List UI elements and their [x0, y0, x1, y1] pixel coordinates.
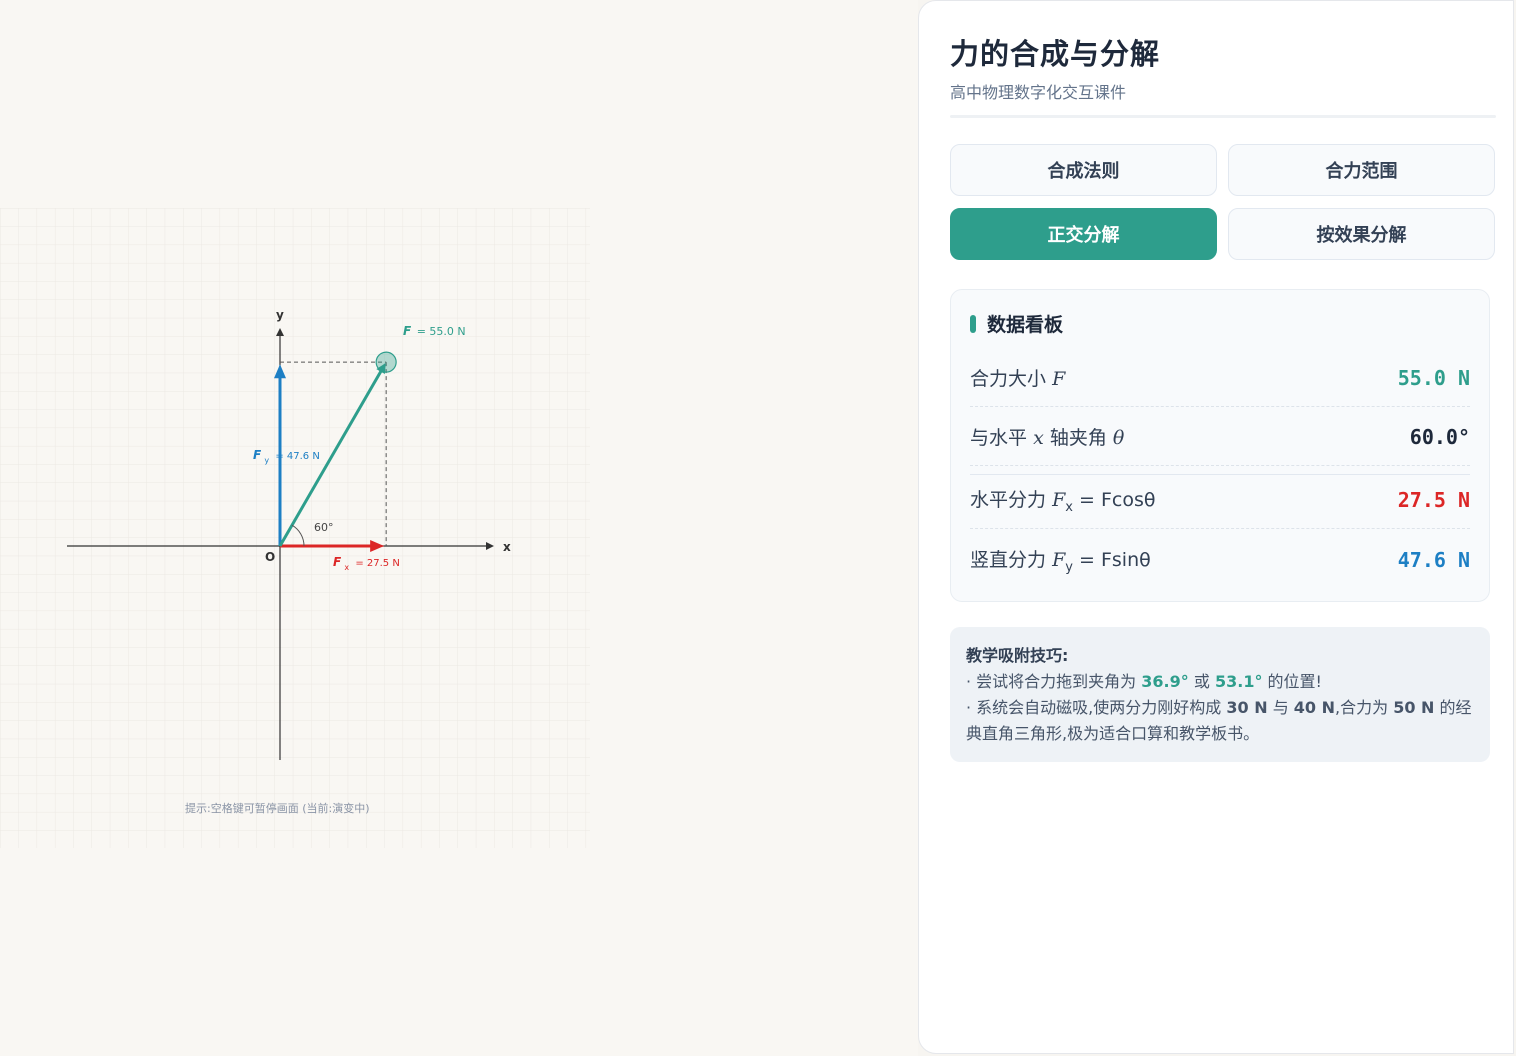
page-title: 力的合成与分解 — [950, 37, 1161, 71]
x-axis-label: x — [503, 540, 511, 554]
fx-label: 水平分力 Fx = Fcosθ — [970, 488, 1156, 515]
dashboard-title: 数据看板 — [970, 310, 1063, 337]
data-dashboard: 数据看板 合力大小 F 55.0 N 与水平 x 轴夹角 θ 60.0° 水平分… — [950, 289, 1490, 602]
drag-handle[interactable] — [375, 351, 397, 373]
resultant-value: 55.0 N — [1397, 365, 1470, 390]
angle-label: 60° — [314, 521, 334, 534]
grid — [0, 208, 590, 848]
control-panel: 力的合成与分解 高中物理数字化交互课件 合成法则 合力范围 正交分解 按效果分解… — [918, 0, 1514, 1054]
tab-effect-decomposition[interactable]: 按效果分解 — [1228, 208, 1495, 260]
force-diagram[interactable]: x y O 60° F = 55.0 N F x = 27.5 N F y = … — [0, 0, 918, 1056]
fy-label: 竖直分力 Fy = Fsinθ — [970, 549, 1151, 575]
row-fy: 竖直分力 Fy = Fsinθ 47.6 N — [970, 531, 1470, 589]
fx-value: 27.5 N — [1397, 487, 1470, 512]
resultant-label: F = 55.0 N — [403, 324, 466, 338]
origin-label: O — [265, 550, 275, 564]
row-angle: 与水平 x 轴夹角 θ 60.0° — [970, 408, 1470, 466]
divider — [950, 115, 1496, 118]
angle-label: 与水平 x 轴夹角 θ — [970, 427, 1125, 449]
canvas-area[interactable]: x y O 60° F = 55.0 N F x = 27.5 N F y = … — [0, 0, 918, 1056]
tab-orthogonal-decomposition[interactable]: 正交分解 — [950, 208, 1217, 260]
fy-value: 47.6 N — [1397, 548, 1470, 572]
tab-composition-rule[interactable]: 合成法则 — [950, 144, 1217, 196]
resultant-label: 合力大小 F — [970, 368, 1066, 390]
tip-line-2: · 系统会自动磁吸,使两分力刚好构成 30 N 与 40 N,合力为 50 N … — [966, 698, 1472, 743]
row-fx: 水平分力 Fx = Fcosθ 27.5 N — [970, 471, 1470, 529]
row-resultant: 合力大小 F 55.0 N — [970, 349, 1470, 407]
accent-bar — [970, 314, 976, 333]
teaching-tips: 教学吸附技巧: · 尝试将合力拖到夹角为 36.9° 或 53.1° 的位置! … — [950, 627, 1490, 762]
page-subtitle: 高中物理数字化交互课件 — [950, 83, 1127, 102]
y-axis-label: y — [276, 308, 284, 322]
tab-resultant-range[interactable]: 合力范围 — [1228, 144, 1495, 196]
angle-value: 60.0° — [1409, 424, 1470, 449]
tip-line-1: · 尝试将合力拖到夹角为 36.9° 或 53.1° 的位置! — [966, 672, 1322, 691]
tips-title: 教学吸附技巧: — [966, 646, 1069, 665]
keyboard-hint: 提示:空格键可暂停画面 (当前:演变中) — [185, 801, 370, 815]
